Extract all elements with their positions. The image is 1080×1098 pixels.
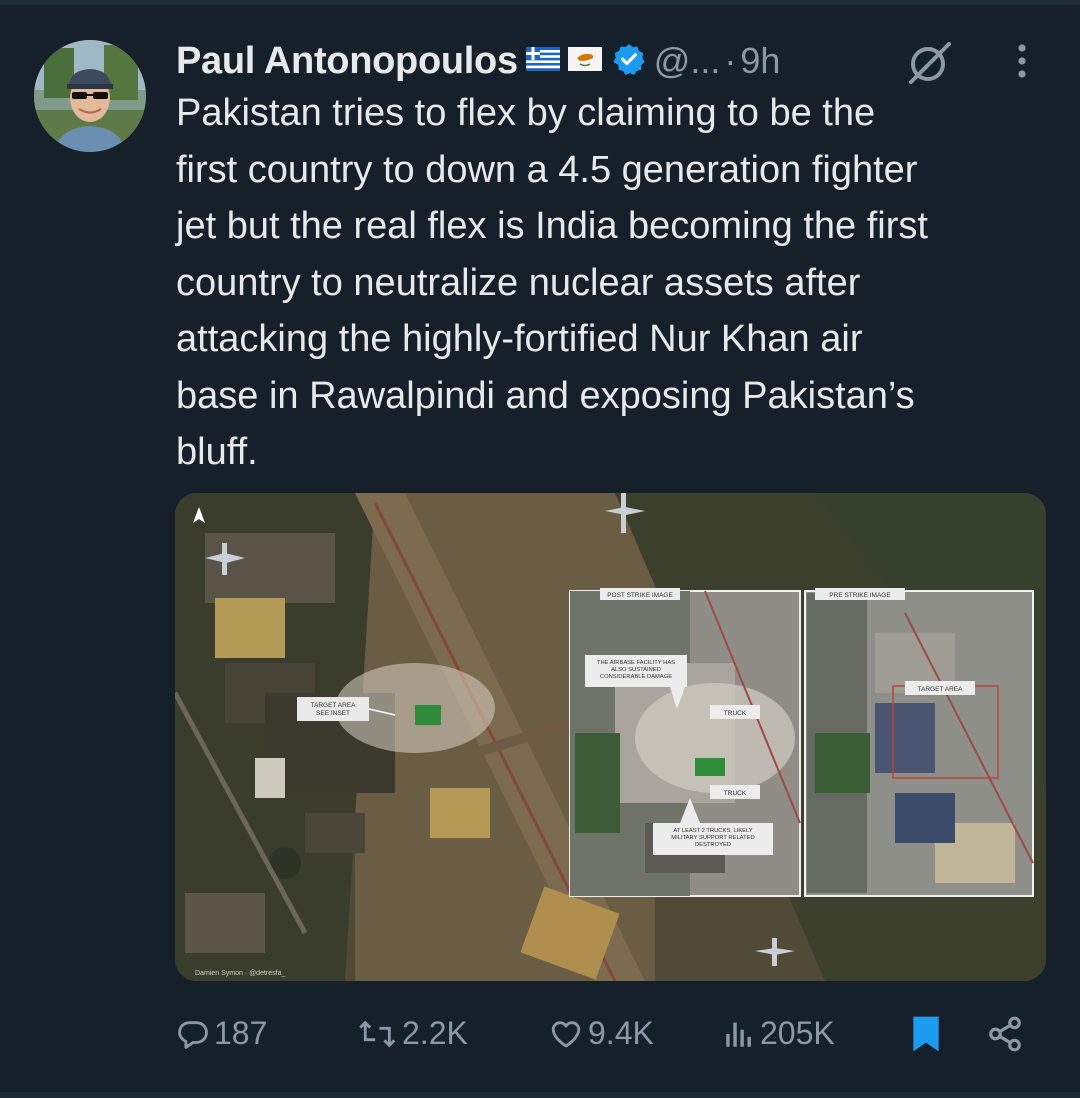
more-options-icon[interactable]	[1012, 40, 1032, 89]
tweet-header: Paul Antonopoulos @... · 9h	[176, 36, 780, 86]
greece-flag-icon	[525, 46, 560, 76]
bookmark-button[interactable]	[910, 1015, 942, 1053]
repost-count: 2.2K	[402, 1015, 468, 1051]
bottom-divider	[0, 1092, 1080, 1098]
author-handle[interactable]: @...	[654, 40, 721, 82]
target-area-label: TARGET AREA	[918, 686, 964, 693]
verified-badge-icon	[612, 42, 646, 81]
timestamp[interactable]: 9h	[740, 40, 780, 82]
views-count: 205K	[760, 1015, 835, 1051]
views-button[interactable]: 205K	[722, 1015, 835, 1052]
grok-icon[interactable]	[905, 40, 955, 91]
share-icon	[989, 1016, 1021, 1052]
repost-icon	[359, 1020, 396, 1047]
reply-icon	[178, 1020, 208, 1049]
pre-strike-inset: PRE STRIKE IMAGE TARGET AREA	[804, 588, 1034, 897]
image-credit: Damien Symon · @detresfa_	[195, 970, 285, 977]
tweet-text: Pakistan tries to flex by claiming to be…	[176, 92, 928, 473]
truck-label-1: TRUCK	[724, 710, 747, 717]
action-bar: 187 2.2K 9.4K 205K	[0, 1005, 1080, 1061]
tweet-media-image[interactable]: TARGET AREA SEE INSET POST STRIKE IMAGE T…	[175, 493, 1046, 981]
avatar[interactable]	[34, 40, 146, 152]
like-icon	[551, 1020, 581, 1047]
post-strike-inset: POST STRIKE IMAGE THE AIRBASE FACILITY H…	[569, 588, 801, 897]
truck-label-2: TRUCK	[724, 790, 747, 797]
reply-count: 187	[214, 1015, 268, 1051]
post-strike-label: POST STRIKE IMAGE	[607, 592, 673, 599]
like-button[interactable]: 9.4K	[548, 1015, 654, 1052]
cyprus-flag-icon	[567, 46, 602, 76]
reply-button[interactable]: 187	[176, 1015, 267, 1052]
bookmark-icon	[913, 1016, 939, 1052]
share-button[interactable]	[986, 1015, 1024, 1053]
author-name[interactable]: Paul Antonopoulos	[176, 40, 518, 83]
target-area-see-inset-label: TARGET AREA SEE INSET	[311, 702, 357, 717]
pre-strike-label: PRE STRIKE IMAGE	[829, 592, 891, 599]
views-icon	[726, 1022, 751, 1047]
top-divider	[0, 0, 1080, 5]
separator-dot: ·	[724, 40, 737, 81]
like-count: 9.4K	[588, 1015, 654, 1051]
repost-button[interactable]: 2.2K	[358, 1015, 468, 1052]
